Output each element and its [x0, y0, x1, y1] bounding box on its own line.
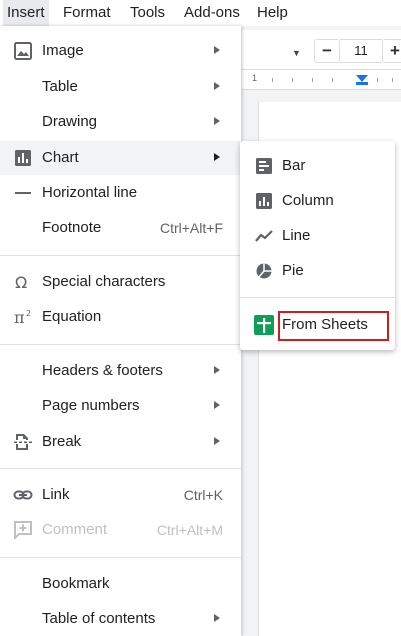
omega-icon: Ω: [13, 273, 33, 292]
comment-add-icon: [13, 521, 33, 541]
menu-item-label: Drawing: [42, 113, 98, 130]
submenu-arrow-icon: [214, 117, 220, 125]
submenu-arrow-icon: [214, 614, 220, 622]
shortcut-hint: Ctrl+Alt+F: [159, 220, 223, 236]
submenu-item-bar[interactable]: Bar: [240, 149, 395, 183]
menu-tools[interactable]: Tools: [126, 0, 169, 26]
increase-font-size-button[interactable]: +: [382, 39, 401, 63]
menu-item-horizontal-line[interactable]: Horizontal line: [0, 176, 241, 210]
menu-item-special-characters[interactable]: Ω Special characters: [0, 265, 241, 299]
svg-text:Ω: Ω: [15, 273, 27, 291]
submenu-item-label: Bar: [282, 157, 306, 174]
menu-format[interactable]: Format: [59, 0, 115, 26]
ruler-tick: [312, 78, 313, 82]
insert-menu: Image Table Drawing Chart Horizontal lin…: [0, 26, 241, 636]
shortcut-hint: Ctrl+Alt+M: [156, 522, 223, 538]
ruler-number: 1: [252, 73, 258, 83]
menu-item-drawing[interactable]: Drawing: [0, 105, 241, 139]
menu-item-image[interactable]: Image: [0, 34, 241, 68]
horizontal-line-icon: [13, 184, 33, 202]
menu-item-headers-footers[interactable]: Headers & footers: [0, 354, 241, 388]
highlight-annotation: [278, 311, 389, 341]
menu-divider: [0, 468, 241, 469]
menu-add-ons[interactable]: Add-ons: [180, 0, 244, 26]
decrease-font-size-button[interactable]: −: [314, 39, 340, 63]
menu-item-break[interactable]: Break: [0, 425, 241, 459]
ruler-tick: [377, 78, 378, 82]
menu-item-label: Special characters: [42, 273, 166, 290]
menu-item-label: Horizontal line: [42, 184, 138, 201]
menu-item-label: Headers & footers: [42, 362, 163, 379]
menu-item-label: Link: [42, 486, 70, 503]
ruler-tick: [292, 78, 293, 82]
submenu-item-line[interactable]: Line: [240, 219, 395, 253]
bar-chart-icon: [255, 158, 273, 174]
submenu-arrow-icon: [214, 153, 220, 161]
menu-item-table-of-contents[interactable]: Table of contents: [0, 602, 241, 636]
ruler-tick: [392, 78, 393, 82]
menu-item-footnote[interactable]: Footnote Ctrl+Alt+F: [0, 211, 241, 245]
font-dropdown-caret-icon[interactable]: ▼: [292, 48, 301, 58]
sheets-icon: [254, 315, 274, 335]
menu-item-label: Chart: [42, 149, 79, 166]
menu-item-comment: Comment Ctrl+Alt+M: [0, 513, 241, 547]
shortcut-hint: Ctrl+K: [183, 487, 223, 503]
menu-item-label: Image: [42, 42, 84, 59]
ruler-tick: [332, 78, 333, 82]
column-chart-icon: [255, 193, 273, 209]
menu-item-label: Comment: [42, 521, 108, 538]
svg-text:π: π: [14, 308, 25, 326]
submenu-arrow-icon: [214, 46, 220, 54]
formatting-toolbar: ▼ − 11 +: [242, 30, 401, 70]
submenu-item-label: Column: [282, 192, 334, 209]
submenu-arrow-icon: [214, 401, 220, 409]
menu-item-label: Table: [42, 78, 78, 95]
ruler-tick: [272, 78, 273, 82]
menu-divider: [0, 255, 241, 256]
first-line-indent-marker-icon[interactable]: [356, 82, 368, 85]
submenu-arrow-icon: [214, 366, 220, 374]
menu-item-link[interactable]: Link Ctrl+K: [0, 478, 241, 512]
menu-item-page-numbers[interactable]: Page numbers: [0, 389, 241, 423]
menu-item-label: Table of contents: [42, 610, 156, 627]
menu-divider: [0, 344, 241, 345]
menu-item-label: Bookmark: [42, 575, 110, 592]
ruler: 1: [242, 70, 401, 90]
submenu-item-label: Line: [282, 227, 311, 244]
chart-icon: [13, 149, 33, 167]
menu-item-label: Equation: [42, 308, 102, 325]
menu-item-bookmark[interactable]: Bookmark: [0, 567, 241, 601]
menu-item-label: Footnote: [42, 219, 102, 236]
image-icon: [13, 42, 33, 60]
submenu-arrow-icon: [214, 437, 220, 445]
menu-item-table[interactable]: Table: [0, 70, 241, 104]
submenu-divider: [240, 297, 395, 298]
indent-marker-icon[interactable]: [356, 75, 368, 82]
submenu-item-label: Pie: [282, 262, 304, 279]
svg-text:2: 2: [26, 309, 31, 318]
menu-item-equation[interactable]: π2 Equation: [0, 300, 241, 334]
menu-help[interactable]: Help: [253, 0, 292, 26]
menu-item-label: Break: [42, 433, 82, 450]
menu-divider: [0, 557, 241, 558]
menu-bar: Insert Format Tools Add-ons Help: [0, 0, 401, 26]
submenu-arrow-icon: [214, 82, 220, 90]
chart-submenu: Bar Column Line Pie From Sheets: [240, 141, 395, 350]
submenu-item-column[interactable]: Column: [240, 184, 395, 218]
font-size-input[interactable]: 11: [340, 39, 382, 63]
pie-chart-icon: [255, 263, 273, 279]
line-chart-icon: [255, 228, 273, 244]
submenu-item-pie[interactable]: Pie: [240, 254, 395, 288]
menu-item-label: Page numbers: [42, 397, 140, 414]
break-icon: [13, 433, 33, 451]
link-icon: [13, 486, 33, 504]
menu-item-chart[interactable]: Chart: [0, 141, 241, 175]
pi-icon: π2: [13, 308, 33, 327]
menu-insert[interactable]: Insert: [3, 0, 49, 26]
